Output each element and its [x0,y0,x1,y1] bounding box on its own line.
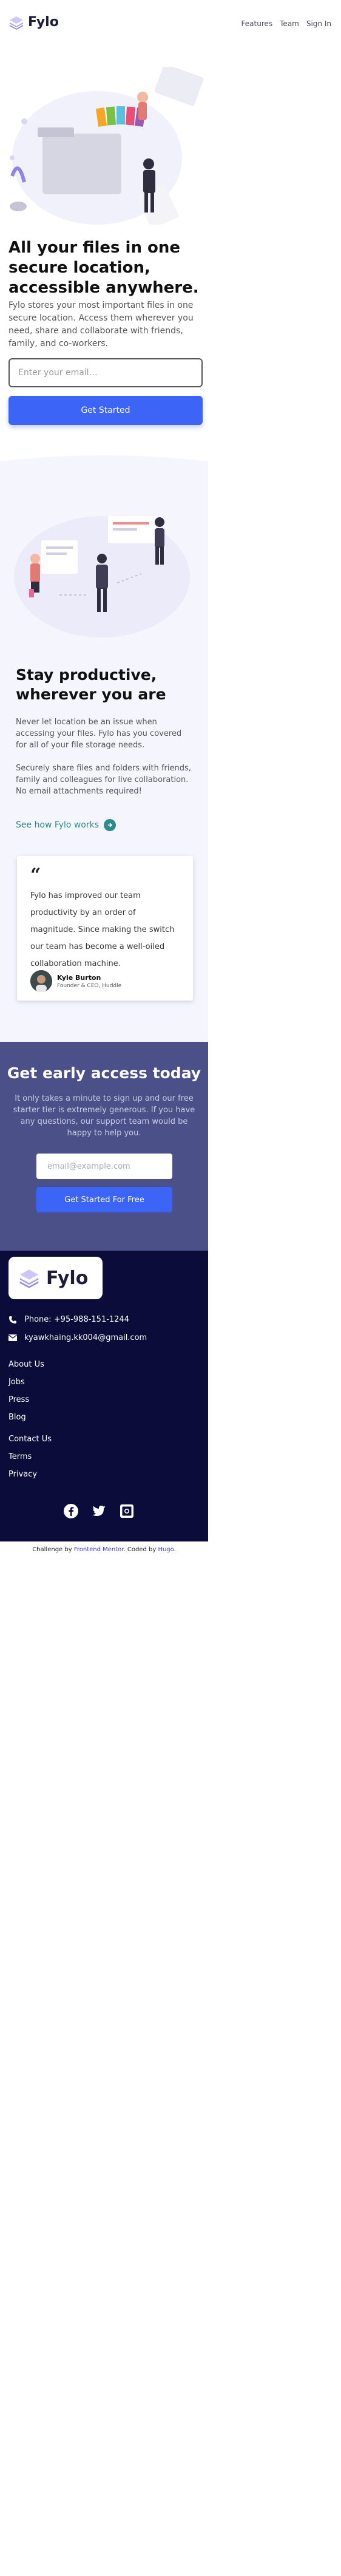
email-icon [8,1334,17,1341]
attribution-middle: . Coded by [123,1546,158,1553]
get-started-free-button[interactable]: Get Started For Free [36,1187,172,1212]
footer-links-group-1: About Us Jobs Press Blog [8,1360,44,1424]
twitter-icon[interactable] [91,1503,107,1519]
section-curve [0,455,208,477]
testimonial-card: “ Fylo has improved our team productivit… [17,856,193,1001]
page: Fylo Features Team Sign In All your file… [0,0,341,2576]
avatar [30,970,52,992]
see-how-fylo-works-link[interactable]: See how Fylo works [16,819,116,831]
footer-link-privacy[interactable]: Privacy [8,1470,52,1481]
quote-icon: “ [30,865,41,886]
footer-link-contact-us[interactable]: Contact Us [8,1435,52,1446]
instagram-icon[interactable] [119,1503,135,1519]
early-access-text: It only takes a minute to sign up and ou… [13,1094,195,1138]
productive-text-1: Never let location be an issue when acce… [16,718,182,750]
productive-title: Stay productive, wherever you are [16,666,166,703]
testimonial-author: Kyle Burton Founder & CEO, Huddle [30,970,121,992]
nav-team[interactable]: Team [280,19,299,28]
fylo-logo-icon [10,16,23,30]
footer-link-press[interactable]: Press [8,1395,44,1407]
frontend-mentor-link[interactable]: Frontend Mentor [74,1546,124,1553]
testimonial-quote: Fylo has improved our team productivity … [30,891,175,968]
footer-link-jobs[interactable]: Jobs [8,1378,44,1389]
nav-sign-in[interactable]: Sign In [306,19,331,28]
footer-phone: Phone: +95-988-151-1244 [8,1315,129,1324]
social-links [63,1503,135,1519]
hero-illustration [10,67,204,225]
hero-title: All your files in one secure location, a… [8,239,199,297]
footer-phone-text: Phone: +95-988-151-1244 [24,1315,129,1324]
early-access-title: Get early access today [7,1064,201,1082]
arrow-right-icon [104,819,116,831]
see-how-link-label: See how Fylo works [16,820,100,830]
footer-links-group-2: Contact Us Terms Privacy [8,1435,52,1481]
footer-link-about-us[interactable]: About Us [8,1360,44,1371]
productive-text-2: Securely share files and folders with fr… [16,764,191,796]
logo[interactable]: Fylo [8,15,59,30]
footer-email: kyawkhaing.kk004@gmail.com [8,1333,147,1342]
author-link[interactable]: Hugo [158,1546,174,1553]
get-started-button[interactable]: Get Started [8,396,203,425]
footer-brand-name: Fylo [46,1267,89,1289]
attribution-suffix: . [174,1546,176,1553]
productive-illustration [14,516,190,637]
header: Fylo Features Team Sign In [0,0,341,49]
hero-description: Fylo stores your most important files in… [8,301,194,348]
brand-name: Fylo [28,15,59,30]
footer-link-blog[interactable]: Blog [8,1413,44,1424]
footer-logo[interactable]: Fylo [8,1257,103,1299]
main-nav: Features Team Sign In [241,19,331,28]
attribution: Challenge by Frontend Mentor. Coded by H… [0,1546,208,1553]
footer-link-terms[interactable]: Terms [8,1452,52,1464]
nav-features[interactable]: Features [241,19,273,28]
phone-icon [9,1316,16,1324]
hero-email-input[interactable] [8,358,203,387]
author-role: Founder & CEO, Huddle [57,982,122,989]
attribution-prefix: Challenge by [32,1546,74,1553]
facebook-icon[interactable] [63,1503,79,1519]
early-access-email-input[interactable] [36,1154,172,1179]
fylo-logo-icon [19,1269,39,1288]
author-name: Kyle Burton [57,973,101,982]
footer-email-text: kyawkhaing.kk004@gmail.com [24,1333,147,1342]
